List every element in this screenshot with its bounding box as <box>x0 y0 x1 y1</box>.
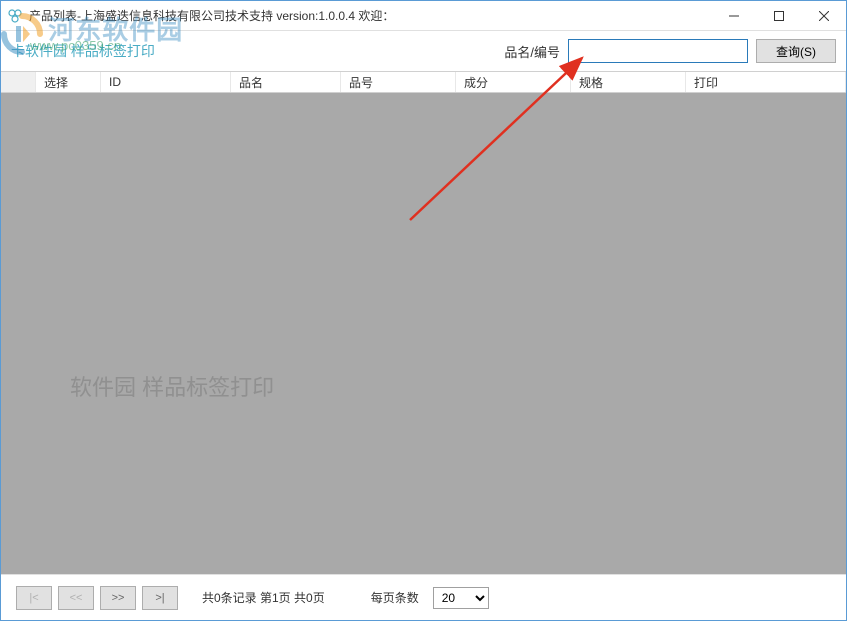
app-icon <box>7 8 23 24</box>
last-page-button[interactable]: >| <box>142 586 178 610</box>
titlebar: 产品列表-上海盛迭信息科技有限公司技术支持 version:1.0.0.4 欢迎… <box>1 1 846 31</box>
row-header-corner <box>1 72 36 92</box>
pagination-bar: |< << >> >| 共0条记录 第1页 共0页 每页条数 20 <box>1 574 846 620</box>
column-print[interactable]: 打印 <box>686 72 846 92</box>
app-title-text: 卡软件园 样品标签打印 <box>11 41 155 61</box>
close-button[interactable] <box>801 1 846 30</box>
first-page-button[interactable]: |< <box>16 586 52 610</box>
page-size-label: 每页条数 <box>371 589 419 606</box>
prev-page-button[interactable]: << <box>58 586 94 610</box>
search-label: 品名/编号 <box>504 42 560 61</box>
next-page-button[interactable]: >> <box>100 586 136 610</box>
search-button[interactable]: 查询(S) <box>756 39 836 63</box>
page-size-select[interactable]: 20 <box>433 587 489 609</box>
column-name[interactable]: 品名 <box>231 72 341 92</box>
column-code[interactable]: 品号 <box>341 72 456 92</box>
search-area: 品名/编号 查询(S) <box>504 39 836 63</box>
window-title: 产品列表-上海盛迭信息科技有限公司技术支持 version:1.0.0.4 欢迎… <box>29 7 711 24</box>
column-ingredient[interactable]: 成分 <box>456 72 571 92</box>
minimize-button[interactable] <box>711 1 756 30</box>
pagination-info: 共0条记录 第1页 共0页 <box>202 589 325 606</box>
column-select[interactable]: 选择 <box>36 72 101 92</box>
window-controls <box>711 1 846 30</box>
maximize-button[interactable] <box>756 1 801 30</box>
table-body <box>1 93 846 574</box>
toolbar: 卡软件园 样品标签打印 品名/编号 查询(S) <box>1 31 846 71</box>
search-input[interactable] <box>568 39 748 63</box>
table-header-row: 选择 ID 品名 品号 成分 规格 打印 <box>1 71 846 93</box>
column-spec[interactable]: 规格 <box>571 72 686 92</box>
app-window: 产品列表-上海盛迭信息科技有限公司技术支持 version:1.0.0.4 欢迎… <box>0 0 847 621</box>
column-id[interactable]: ID <box>101 72 231 92</box>
